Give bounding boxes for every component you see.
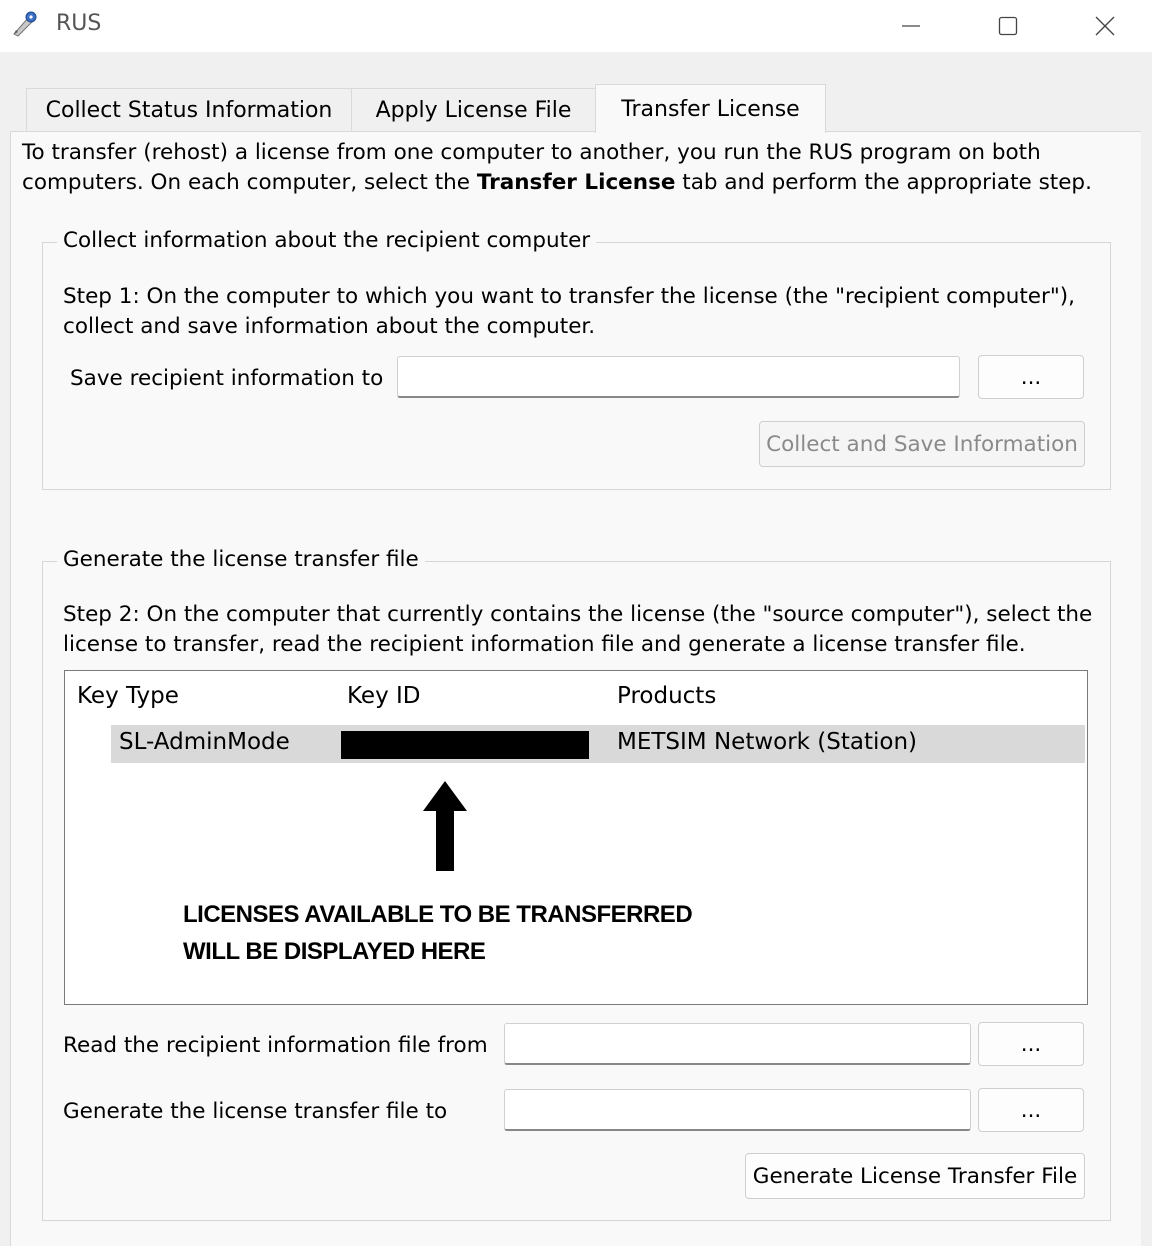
maximize-button[interactable] xyxy=(985,6,1031,46)
browse-generate-to-button[interactable]: ... xyxy=(978,1088,1084,1132)
close-button[interactable] xyxy=(1082,6,1128,46)
close-icon xyxy=(1095,16,1115,36)
step2-text: Step 2: On the computer that currently c… xyxy=(63,602,1093,657)
collect-and-save-button[interactable]: Collect and Save Information xyxy=(759,421,1085,467)
generate-transfer-group-title: Generate the license transfer file xyxy=(57,547,425,572)
redacted-key-id xyxy=(341,731,589,759)
column-header-products[interactable]: Products xyxy=(617,683,716,709)
generate-to-input[interactable] xyxy=(504,1089,971,1131)
key-pen-icon xyxy=(10,10,38,38)
tab-collect-status-information[interactable]: Collect Status Information xyxy=(26,88,352,132)
step1-text: Step 1: On the computer to which you wan… xyxy=(63,284,1075,339)
save-recipient-input[interactable] xyxy=(397,356,960,398)
generate-license-transfer-file-button[interactable]: Generate License Transfer File xyxy=(745,1153,1085,1199)
annotation-line-1: LICENSES AVAILABLE TO BE TRANSFERRED xyxy=(183,901,693,928)
collect-info-group-title: Collect information about the recipient … xyxy=(57,228,597,253)
intro-text: To transfer (rehost) a license from one … xyxy=(22,140,1092,195)
tab-transfer-license[interactable]: Transfer License xyxy=(595,84,826,133)
arrow-up-icon xyxy=(423,781,467,871)
column-header-key-id[interactable]: Key ID xyxy=(347,683,421,709)
read-recipient-input[interactable] xyxy=(504,1023,971,1065)
column-header-key-type[interactable]: Key Type xyxy=(77,683,179,709)
read-recipient-label: Read the recipient information file from xyxy=(63,1033,488,1058)
license-list[interactable]: Key Type Key ID Products SL-AdminMode ME… xyxy=(64,670,1088,1005)
annotation-line-2: WILL BE DISPLAYED HERE xyxy=(183,938,486,965)
tab-apply-license-file[interactable]: Apply License File xyxy=(351,88,596,132)
maximize-icon xyxy=(998,16,1018,36)
save-recipient-label: Save recipient information to xyxy=(70,366,384,391)
minimize-icon xyxy=(902,25,920,27)
row-products: METSIM Network (Station) xyxy=(617,729,918,755)
minimize-button[interactable] xyxy=(888,6,934,46)
row-key-type: SL-AdminMode xyxy=(119,729,290,755)
intro-bold-tab-name: Transfer License xyxy=(476,170,676,195)
window-title: RUS xyxy=(56,11,102,36)
browse-save-recipient-button[interactable]: ... xyxy=(978,355,1084,399)
generate-to-label: Generate the license transfer file to xyxy=(63,1099,448,1124)
browse-read-recipient-button[interactable]: ... xyxy=(978,1022,1084,1066)
title-bar: RUS xyxy=(0,0,1152,52)
annotation-text: LICENSES AVAILABLE TO BE TRANSFERRED WIL… xyxy=(183,896,693,970)
